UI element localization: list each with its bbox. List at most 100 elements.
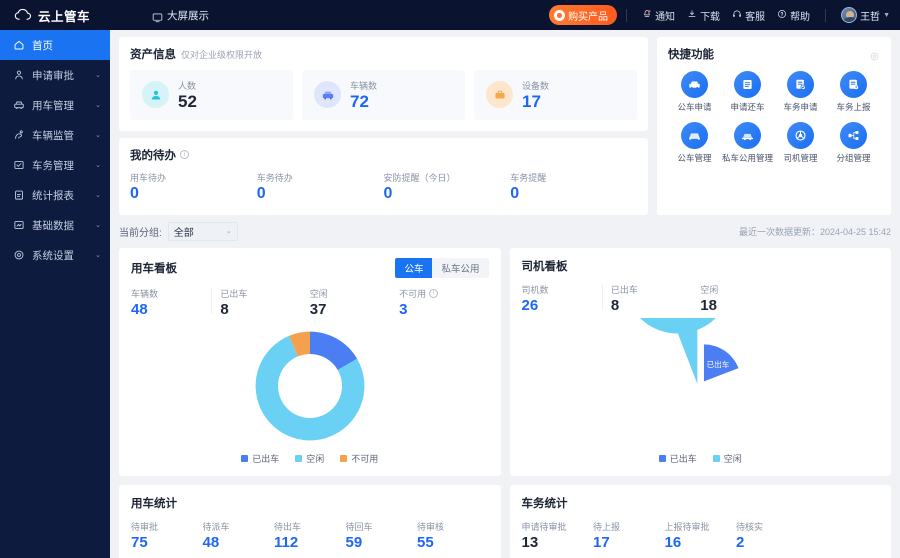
asset-card-people[interactable]: 人数 52: [130, 70, 293, 120]
legend-item-driver-idle[interactable]: 空闲: [712, 452, 742, 465]
stat-pending-review[interactable]: 待审核 55: [417, 520, 489, 551]
stat-label: 待审批: [131, 521, 159, 532]
monitor-car-icon: [13, 129, 25, 141]
quick-item-car-apply[interactable]: 公车申请: [668, 71, 721, 113]
service-stats-items: 申请待审批 13 待上报 17 上报待审批 16 待核实 2: [522, 520, 880, 551]
stat-pending-return[interactable]: 待回车 59: [346, 520, 418, 551]
stat-pending-verify[interactable]: 待核实 2: [736, 520, 808, 551]
group-select[interactable]: 全部 ⌄: [167, 221, 238, 241]
asset-info-subtitle: 仅对企业级权限开放: [181, 50, 263, 60]
sidebar-item-vehicle-supervision[interactable]: 车辆监管 ⌄: [0, 120, 110, 150]
chevron-down-icon: ⌄: [95, 192, 101, 199]
asset-card-devices[interactable]: 设备数 17: [474, 70, 637, 120]
stat-value: 16: [664, 533, 682, 551]
quick-item-return-car[interactable]: 申请还车: [721, 71, 774, 113]
sidebar-item-basic-data[interactable]: 基础数据 ⌄: [0, 210, 110, 240]
vehicle-board-title: 用车看板: [131, 262, 177, 275]
todo-item-service[interactable]: 车务待办 0: [257, 171, 384, 203]
sidebar-item-home[interactable]: 首页: [0, 30, 110, 60]
service-apply-icon: [787, 71, 814, 98]
asset-card-vehicles[interactable]: 车辆数 72: [302, 70, 465, 120]
group-filter-label: 当前分组:: [119, 227, 162, 239]
stat-value: 59: [345, 533, 363, 551]
brand[interactable]: 云上管车: [14, 6, 108, 25]
legend-swatch: [295, 455, 303, 463]
help-button[interactable]: 帮助: [777, 8, 810, 23]
asset-value: 72: [350, 92, 369, 111]
todo-item-security[interactable]: 安防提醒（今日） 0: [384, 171, 511, 203]
legend-item-driver-dispatched[interactable]: 已出车: [658, 452, 697, 465]
top-nav-item-bigscreen[interactable]: 大屏展示: [152, 8, 209, 23]
chevron-down-icon: ⌄: [95, 72, 101, 79]
tab-private-car[interactable]: 私车公用: [432, 257, 489, 278]
quick-item-group[interactable]: 分组管理: [827, 122, 880, 164]
kpi-driver-count: 司机数 26: [522, 283, 611, 314]
info-icon[interactable]: i: [180, 150, 189, 160]
tab-public-car[interactable]: 公车: [395, 257, 433, 278]
vehicle-stats-panel: 用车统计 待审批 75 待派车 48 待出车 112 待回车 59 待审核 55: [119, 484, 501, 558]
pie-svg: 空闲 已出车: [640, 318, 739, 401]
stat-value: 55: [417, 533, 434, 551]
asset-value: 52: [178, 92, 197, 111]
group-icon: [840, 122, 867, 149]
main-content: 资产信息 仅对企业级权限开放 人数 52 车辆数 72 设备数 17 我的待办 …: [110, 30, 900, 558]
quick-item-service-apply[interactable]: 车务申请: [774, 71, 827, 113]
driver-board-title: 司机看板: [521, 260, 568, 273]
quick-item-service-report[interactable]: 车务上报: [827, 71, 880, 113]
notifications-button[interactable]: 通知: [642, 8, 675, 23]
stat-label: 待审核: [417, 521, 445, 532]
user-menu[interactable]: 王哲 ▼: [841, 7, 890, 23]
support-button[interactable]: 客服: [732, 8, 765, 23]
last-update-text: 最近一次数据更新：2024-04-25 15:42: [738, 226, 891, 237]
stat-apply-pending-approval[interactable]: 申请待审批 13: [522, 520, 594, 551]
kpi-driver-idle: 空闲 18: [700, 283, 789, 314]
sidebar-item-approval[interactable]: 申请审批 ⌄: [0, 60, 110, 90]
stat-pending-dispatch[interactable]: 待派车 48: [203, 520, 275, 551]
sidebar-item-vehicle-usage[interactable]: 用车管理 ⌄: [0, 90, 110, 120]
sidebar-item-reports[interactable]: 统计报表 ⌄: [0, 180, 110, 210]
kpi-label: 车辆数: [131, 288, 159, 299]
top-row: 资产信息 仅对企业级权限开放 人数 52 车辆数 72 设备数 17 我的待办 …: [119, 37, 891, 215]
legend-item-dispatched[interactable]: 已出车: [241, 452, 279, 465]
buy-product-button[interactable]: 购买产品: [549, 5, 618, 25]
vehicle-stats-title: 用车统计: [131, 497, 177, 510]
pie-slice-label-dispatched: 已出车: [707, 359, 730, 369]
stat-label: 待核实: [736, 521, 764, 532]
gear-icon[interactable]: [869, 49, 880, 60]
stat-pending-report[interactable]: 待上报 17: [593, 520, 665, 551]
kpi-label: 不可用: [399, 288, 427, 299]
stat-value: 17: [593, 533, 610, 551]
kpi-label: 已出车: [220, 288, 248, 299]
stat-report-pending-approval[interactable]: 上报待审批 16: [665, 520, 737, 551]
stat-value: 2: [736, 533, 745, 551]
legend-swatch: [658, 455, 666, 463]
dashboard-row: 用车看板 公车 私车公用 车辆数 48 已出车 8 空闲 37 不可用 i 3 …: [119, 247, 891, 476]
info-icon[interactable]: i: [429, 288, 439, 298]
legend-item-unavailable[interactable]: 不可用: [340, 452, 378, 465]
asset-value: 17: [522, 92, 541, 111]
legend-swatch: [241, 455, 249, 463]
chevron-down-icon: ⌄: [95, 252, 101, 259]
person-icon: [142, 81, 169, 109]
sidebar-item-service-manage[interactable]: 车务管理 ⌄: [0, 150, 110, 180]
app-root: 云上管车 大屏展示 购买产品 通知 下载 客服 帮助 王哲 ▼ 首页 申请审批 …: [0, 0, 900, 558]
stat-pending-departure[interactable]: 待出车 112: [274, 520, 346, 551]
legend-item-idle[interactable]: 空闲: [295, 452, 324, 465]
stat-pending-approval[interactable]: 待审批 75: [131, 520, 203, 551]
sidebar-label: 车辆监管: [32, 129, 74, 142]
pie-slice-label-idle: 空闲: [678, 390, 695, 401]
quick-label: 司机管理: [783, 153, 818, 163]
top-nav-label: 大屏展示: [167, 9, 209, 22]
quick-item-public-car[interactable]: 公车管理: [668, 122, 721, 164]
todo-item-service-reminder[interactable]: 车务提醒 0: [510, 171, 637, 203]
kpi-label: 空闲: [700, 284, 719, 295]
quick-item-driver[interactable]: 司机管理: [774, 122, 827, 164]
asset-items: 人数 52 车辆数 72 设备数 17: [130, 70, 637, 120]
quick-item-private-car[interactable]: 私车公用管理: [721, 122, 774, 164]
kpi-driver-dispatched: 已出车 8: [611, 283, 700, 314]
todo-item-vehicle[interactable]: 用车待办 0: [130, 171, 257, 203]
download-button[interactable]: 下载: [687, 8, 720, 23]
sidebar-item-settings[interactable]: 系统设置 ⌄: [0, 240, 110, 270]
return-car-icon: [734, 71, 761, 98]
driver-board-kpis: 司机数 26 已出车 8 空闲 18: [522, 283, 880, 314]
